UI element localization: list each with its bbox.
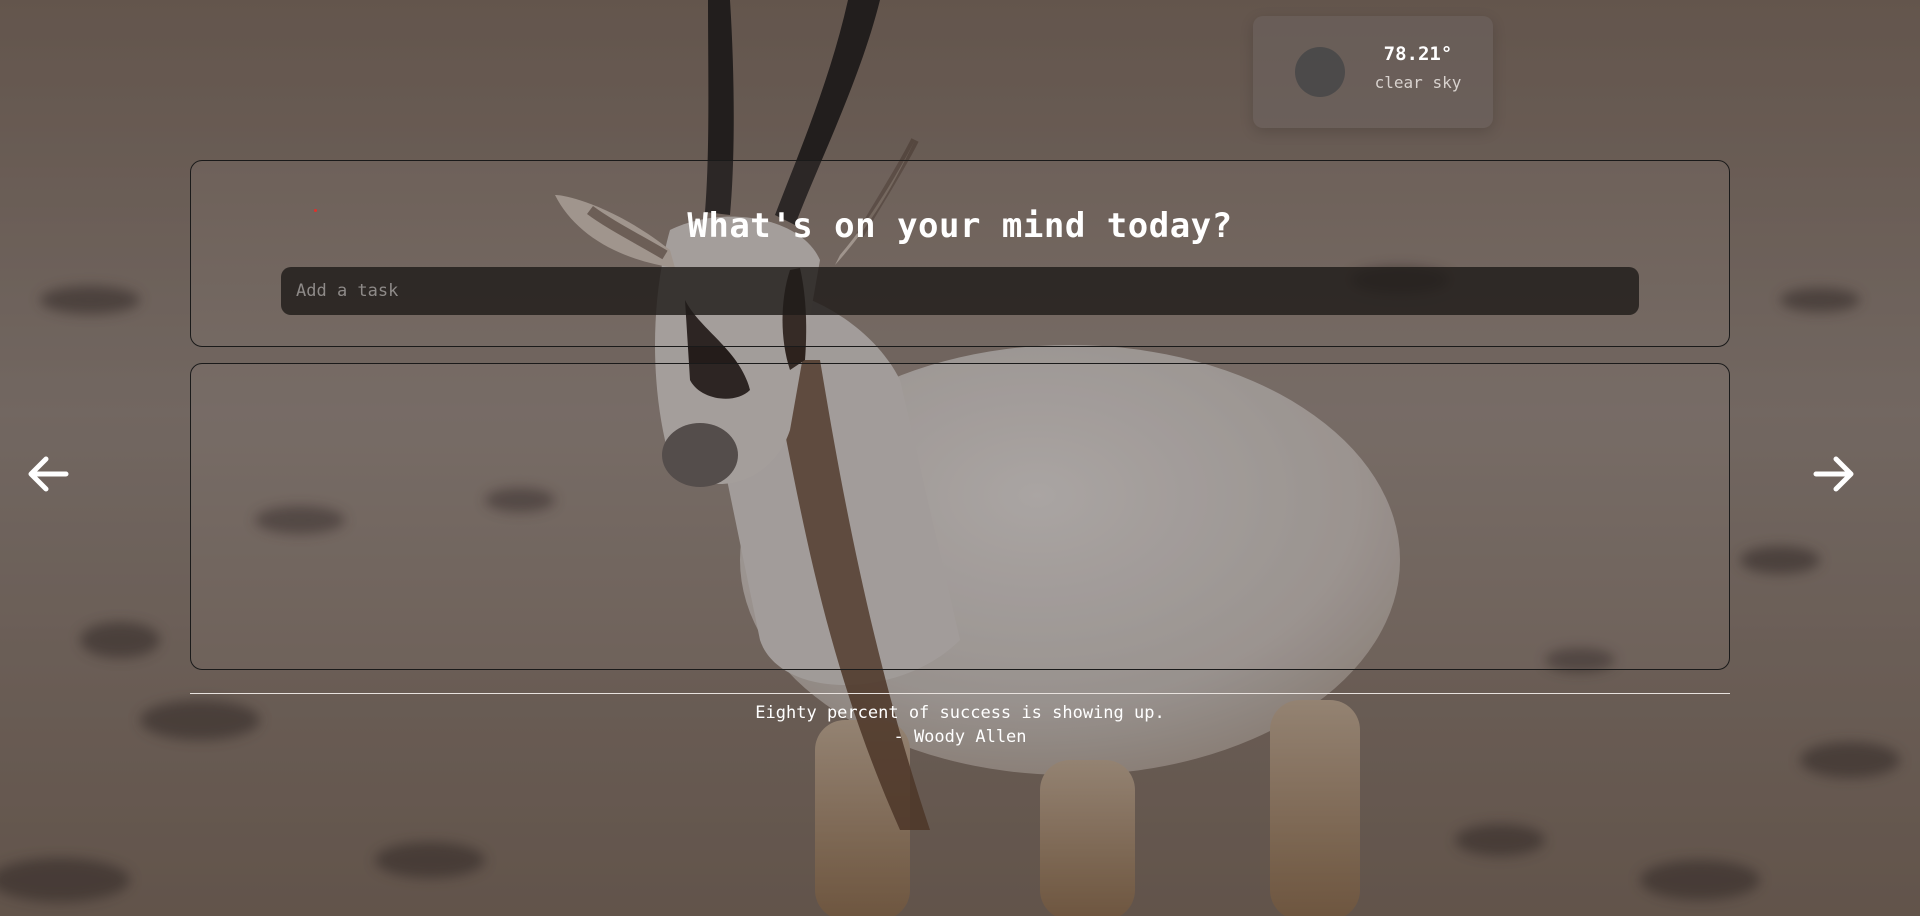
add-task-input[interactable] — [281, 267, 1639, 315]
weather-description: clear sky — [1374, 73, 1462, 92]
weather-widget: 78.21° clear sky — [1253, 16, 1493, 128]
weather-condition-icon — [1295, 47, 1345, 97]
arrow-left-icon[interactable] — [26, 452, 70, 496]
arrow-right-icon[interactable] — [1812, 452, 1856, 496]
quote-author: - Woody Allen — [893, 727, 1027, 747]
quote-text: Eighty percent of success is showing up. — [755, 703, 1165, 723]
quote-divider — [190, 693, 1730, 694]
task-entry-panel: What's on your mind today? — [190, 160, 1730, 347]
task-list-panel — [190, 363, 1730, 670]
new-tab-dashboard: 78.21° clear sky What's on your mind tod… — [0, 0, 1920, 916]
prompt-title: What's on your mind today? — [687, 206, 1233, 246]
weather-temperature: 78.21° — [1383, 43, 1453, 65]
